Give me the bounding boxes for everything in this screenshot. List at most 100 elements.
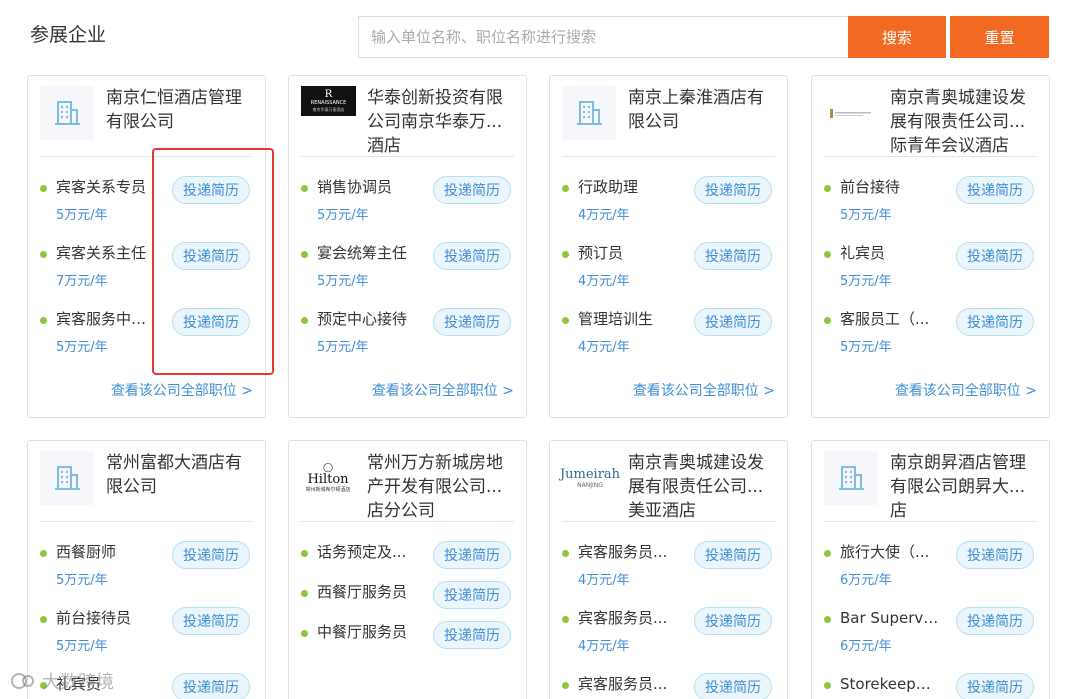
job-title[interactable]: 前台接待员: [56, 607, 156, 629]
company-name[interactable]: 南京仁恒酒店管理有限公司: [106, 86, 258, 134]
apply-button[interactable]: 投递简历: [694, 176, 772, 204]
job-title[interactable]: 宾客服务员...: [578, 607, 678, 629]
reset-button[interactable]: 重置: [950, 16, 1049, 58]
job-title[interactable]: 宾客关系主任: [56, 242, 156, 264]
apply-button[interactable]: 投递简历: [172, 607, 250, 635]
job-title[interactable]: Storekeeper ...: [840, 673, 940, 695]
company-name[interactable]: 南京朗昇酒店管理有限公司朗昇大...店: [890, 451, 1042, 523]
job-title[interactable]: 预订员: [578, 242, 678, 264]
job-item: 宾客服务员... 4万元/年 投递简历: [562, 541, 778, 593]
company-name[interactable]: 南京青奥城建设发展有限责任公司...美亚酒店: [628, 451, 780, 523]
search-box[interactable]: [358, 16, 848, 58]
apply-button[interactable]: 投递简历: [172, 541, 250, 569]
job-salary: 5万元/年: [56, 340, 108, 355]
apply-button[interactable]: 投递简历: [433, 308, 511, 336]
job-title[interactable]: 宾客服务员...: [578, 673, 678, 695]
job-title[interactable]: 宴会统筹主任: [317, 242, 417, 264]
job-title[interactable]: 礼宾员: [840, 242, 940, 264]
job-title[interactable]: 预定中心接待: [317, 308, 417, 330]
apply-button[interactable]: 投递简历: [433, 242, 511, 270]
view-all-jobs-link[interactable]: 查看该公司全部职位 >: [895, 380, 1037, 400]
bullet-dot-icon: [301, 185, 308, 192]
company-card: 南京上秦淮酒店有限公司 行政助理 4万元/年 投递简历 预订员 4万元/年 投递…: [549, 75, 788, 418]
view-all-jobs-link[interactable]: 查看该公司全部职位 >: [372, 380, 514, 400]
jumeirah-logo: Jumeirah NANJING: [559, 466, 621, 489]
apply-button[interactable]: 投递简历: [956, 308, 1034, 336]
page-title: 参展企业: [30, 24, 107, 46]
page: 参展企业 搜索 重置 南京仁恒酒店管理有限公司 宾客关系专员 5万元/年 投递简…: [0, 0, 1080, 699]
company-header[interactable]: Jumeirah NANJING 南京青奥城建设发展有限责任公司...美亚酒店: [550, 441, 787, 521]
divider: [301, 156, 514, 157]
company-name[interactable]: 常州万方新城房地产开发有限公司...店分公司: [367, 451, 519, 523]
bullet-dot-icon: [562, 317, 569, 324]
company-header[interactable]: 南京仁恒酒店管理有限公司: [28, 76, 265, 156]
bullet-dot-icon: [301, 550, 308, 557]
job-title[interactable]: 宾客关系专员: [56, 176, 156, 198]
job-item: 宴会统筹主任 5万元/年 投递简历: [301, 242, 517, 294]
company-header[interactable]: 南京上秦淮酒店有限公司: [550, 76, 787, 156]
company-header[interactable]: 南京青奥城建设发展有限责任公司...际青年会议酒店: [812, 76, 1049, 156]
apply-button[interactable]: 投递简历: [433, 581, 511, 609]
bullet-dot-icon: [824, 251, 831, 258]
company-name[interactable]: 华泰创新投资有限公司南京华泰万...酒店: [367, 86, 519, 158]
apply-button[interactable]: 投递简历: [172, 673, 250, 699]
building-icon: [40, 86, 94, 140]
job-title[interactable]: 宾客服务中心...: [56, 308, 156, 330]
search-button[interactable]: 搜索: [848, 16, 946, 58]
divider: [824, 156, 1037, 157]
job-title[interactable]: 西餐厨师: [56, 541, 156, 563]
job-title[interactable]: 前台接待: [840, 176, 940, 198]
job-title[interactable]: Bar Supervi...: [840, 607, 940, 629]
search-input[interactable]: [359, 17, 848, 57]
company-header[interactable]: ◯ Hilton 常州新城希尔顿酒店 常州万方新城房地产开发有限公司...店分公…: [289, 441, 526, 521]
divider: [40, 521, 253, 522]
job-title[interactable]: 中餐厅服务员: [317, 621, 417, 643]
watermark-text: 大数跨境: [42, 672, 114, 693]
job-salary: 4万元/年: [578, 573, 630, 588]
job-title[interactable]: 宾客服务员...: [578, 541, 678, 563]
company-name[interactable]: 南京青奥城建设发展有限责任公司...际青年会议酒店: [890, 86, 1042, 158]
job-salary: 4万元/年: [578, 340, 630, 355]
bullet-dot-icon: [824, 616, 831, 623]
apply-button[interactable]: 投递简历: [956, 541, 1034, 569]
divider: [562, 521, 775, 522]
bullet-dot-icon: [301, 317, 308, 324]
company-name[interactable]: 常州富都大酒店有限公司: [106, 451, 258, 499]
bullet-dot-icon: [824, 550, 831, 557]
company-card: ◯ Hilton 常州新城希尔顿酒店 常州万方新城房地产开发有限公司...店分公…: [288, 440, 527, 699]
apply-button[interactable]: 投递简历: [956, 673, 1034, 699]
bullet-dot-icon: [562, 682, 569, 689]
apply-button[interactable]: 投递简历: [956, 607, 1034, 635]
job-title[interactable]: 西餐厅服务员: [317, 581, 417, 603]
bullet-dot-icon: [301, 590, 308, 597]
job-item: 西餐厨师 5万元/年 投递简历: [40, 541, 256, 593]
job-title[interactable]: 旅行大使（...: [840, 541, 940, 563]
apply-button[interactable]: 投递简历: [694, 541, 772, 569]
building-icon: [562, 86, 616, 140]
apply-button[interactable]: 投递简历: [433, 541, 511, 569]
bullet-dot-icon: [824, 185, 831, 192]
company-header[interactable]: 南京朗昇酒店管理有限公司朗昇大...店: [812, 441, 1049, 521]
job-item: 行政助理 4万元/年 投递简历: [562, 176, 778, 228]
job-title[interactable]: 话务预定及...: [317, 541, 417, 563]
view-all-jobs-link[interactable]: 查看该公司全部职位 >: [633, 380, 775, 400]
job-title[interactable]: 销售协调员: [317, 176, 417, 198]
job-item: 宾客服务员... 投递简历: [562, 673, 778, 699]
apply-button[interactable]: 投递简历: [694, 607, 772, 635]
company-name[interactable]: 南京上秦淮酒店有限公司: [628, 86, 780, 134]
bullet-dot-icon: [40, 616, 47, 623]
apply-button[interactable]: 投递简历: [694, 242, 772, 270]
apply-button[interactable]: 投递简历: [433, 621, 511, 649]
view-all-jobs-link[interactable]: 查看该公司全部职位 >: [111, 380, 253, 400]
apply-button[interactable]: 投递简历: [694, 673, 772, 699]
apply-button[interactable]: 投递简历: [694, 308, 772, 336]
apply-button[interactable]: 投递简历: [433, 176, 511, 204]
company-header[interactable]: 常州富都大酒店有限公司: [28, 441, 265, 521]
job-title[interactable]: 客服员工（...: [840, 308, 940, 330]
bullet-dot-icon: [562, 550, 569, 557]
job-title[interactable]: 行政助理: [578, 176, 678, 198]
apply-button[interactable]: 投递简历: [956, 242, 1034, 270]
apply-button[interactable]: 投递简历: [956, 176, 1034, 204]
job-title[interactable]: 管理培训生: [578, 308, 678, 330]
company-header[interactable]: R RENAISSANCE 南京华泰万丽酒店 华泰创新投资有限公司南京华泰万..…: [289, 76, 526, 156]
